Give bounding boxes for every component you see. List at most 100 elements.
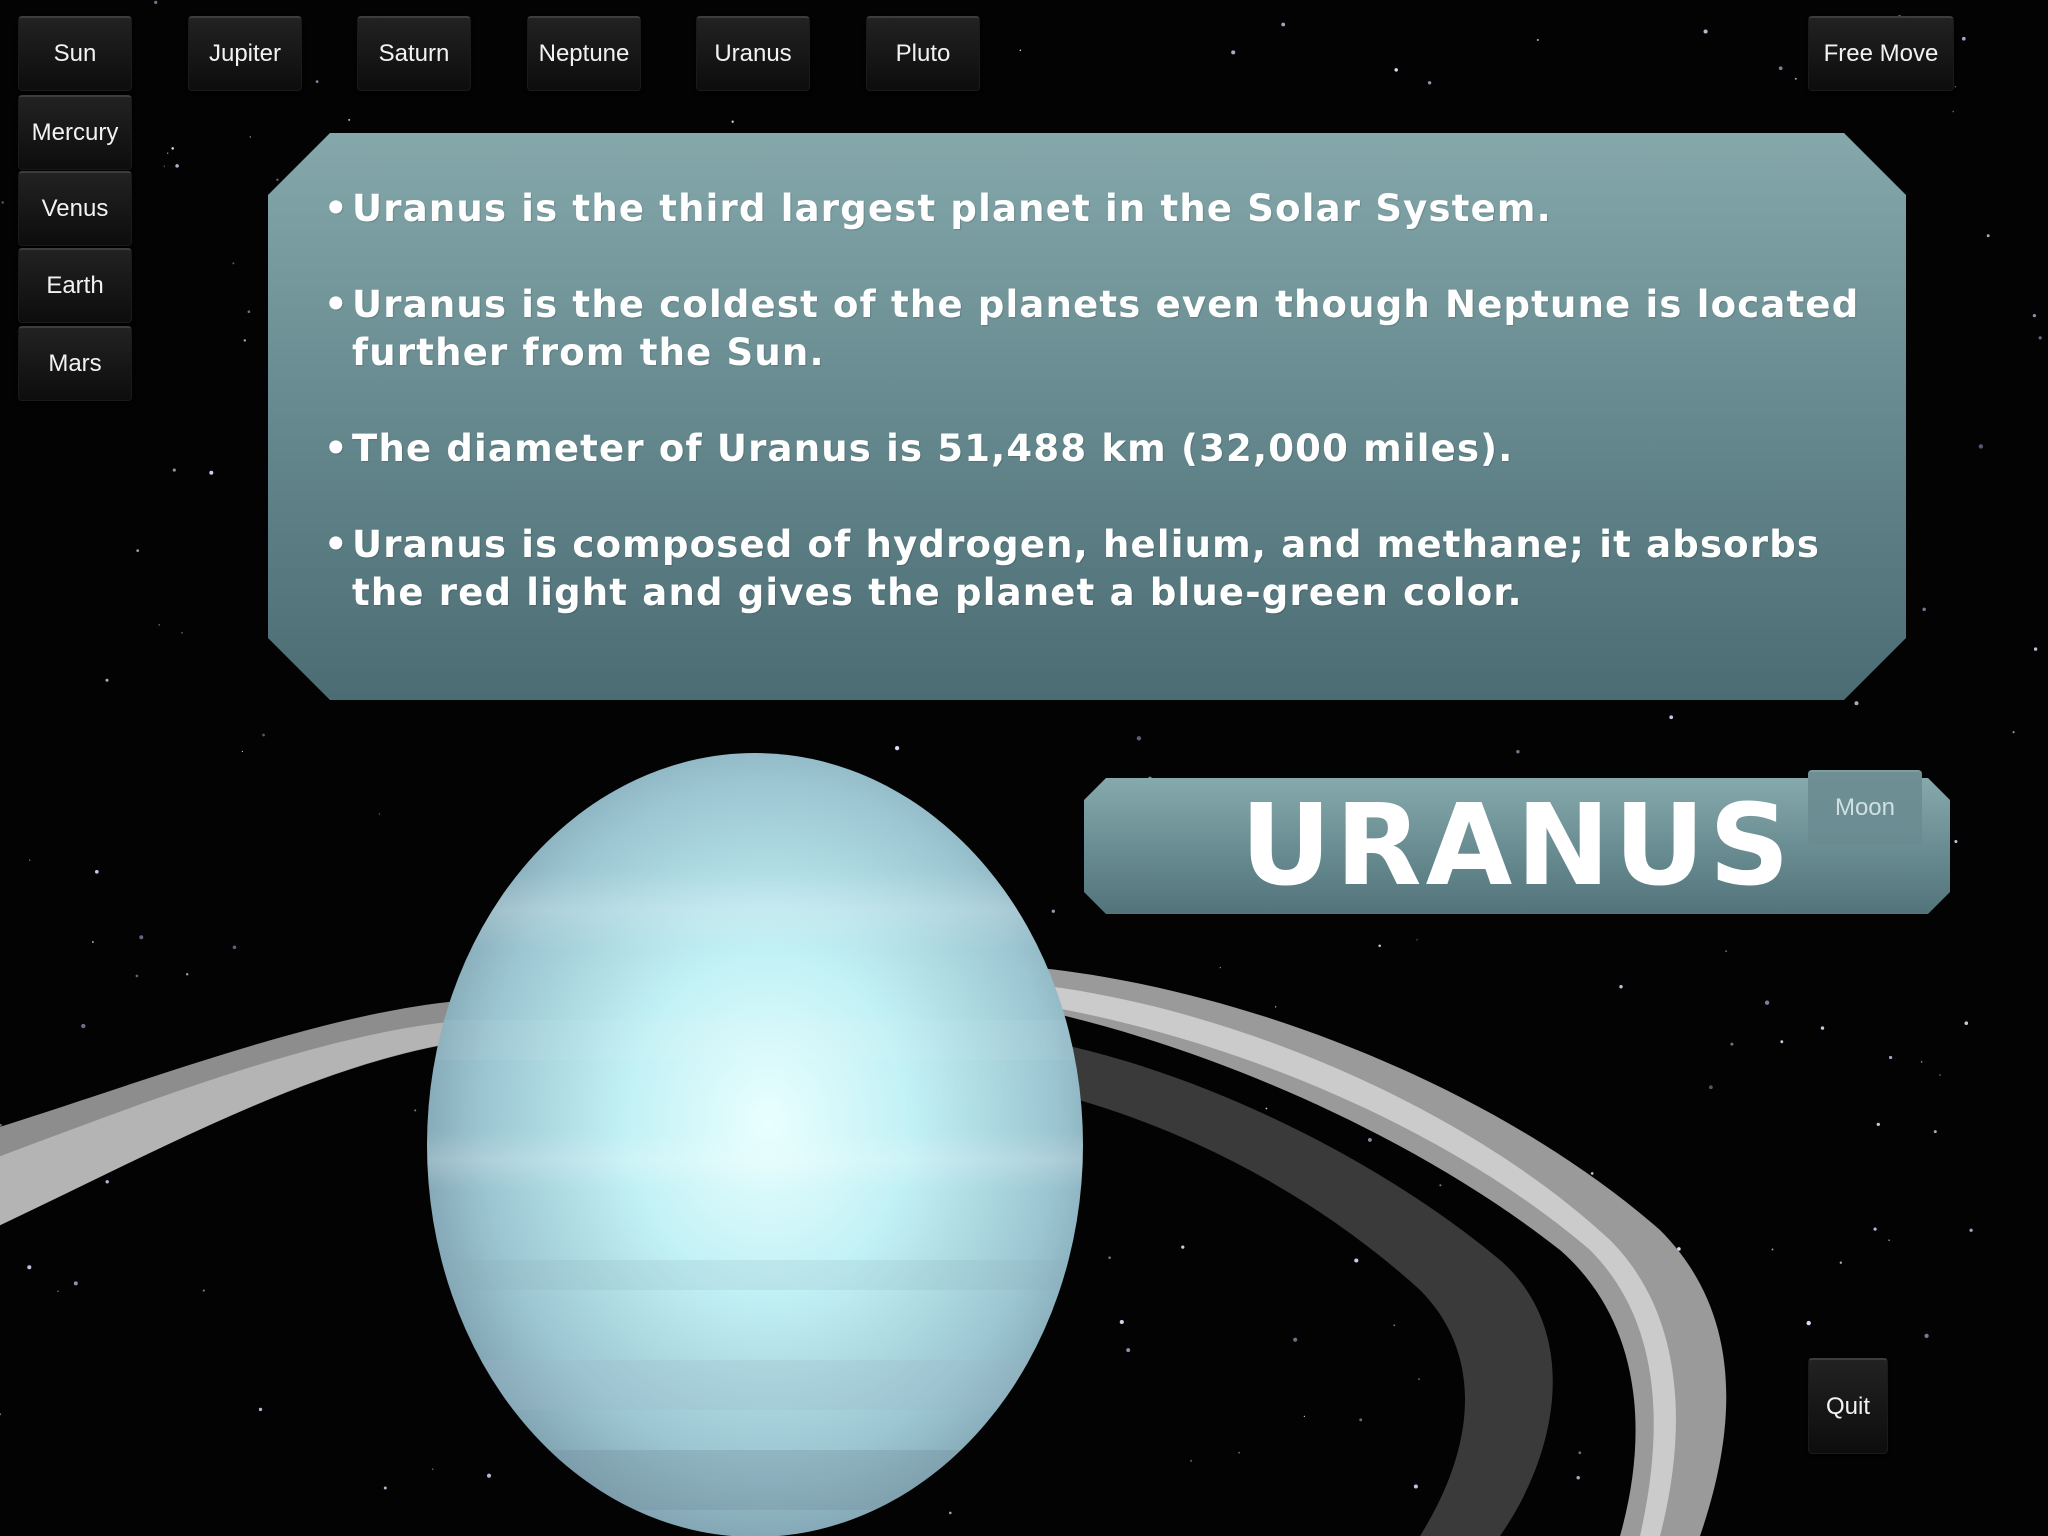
star — [1416, 939, 1418, 941]
star — [1108, 1256, 1111, 1259]
nav-mars-button[interactable]: Mars — [18, 326, 132, 401]
star — [241, 750, 243, 753]
quit-button[interactable]: Quit — [1808, 1358, 1888, 1454]
star — [135, 974, 139, 978]
star — [1703, 29, 1708, 34]
star — [27, 1265, 32, 1270]
star — [105, 1180, 109, 1184]
star — [94, 869, 99, 874]
star — [1730, 1042, 1734, 1046]
star — [171, 147, 174, 150]
nav-sun-button[interactable]: Sun — [18, 16, 132, 91]
star — [232, 262, 235, 265]
fact-item: Uranus is the third largest planet in th… — [326, 185, 1876, 233]
star — [1578, 1451, 1582, 1455]
star — [167, 152, 169, 154]
star — [181, 632, 183, 634]
star — [1794, 77, 1797, 80]
star — [105, 678, 109, 682]
star — [175, 164, 179, 168]
star — [1303, 1415, 1306, 1418]
star — [1136, 736, 1142, 741]
star — [1359, 1418, 1363, 1422]
star — [1231, 50, 1236, 55]
star — [1873, 1227, 1877, 1231]
star — [315, 80, 319, 83]
star — [1922, 607, 1926, 612]
star — [1576, 1475, 1580, 1480]
star — [2038, 336, 2042, 340]
star — [1367, 1137, 1372, 1142]
nav-mercury-button[interactable]: Mercury — [18, 95, 132, 170]
star — [348, 118, 351, 121]
star — [29, 859, 31, 861]
star — [1281, 22, 1286, 27]
star — [731, 120, 734, 123]
star — [1427, 81, 1432, 85]
star — [1839, 1261, 1842, 1264]
star — [1413, 1484, 1418, 1489]
nav-jupiter-button[interactable]: Jupiter — [188, 16, 302, 91]
star — [136, 549, 140, 552]
star — [1393, 1324, 1396, 1327]
nav-earth-button[interactable]: Earth — [18, 248, 132, 323]
star — [1051, 909, 1055, 913]
free-move-button[interactable]: Free Move — [1808, 16, 1954, 91]
star — [1119, 1319, 1124, 1325]
star — [172, 468, 176, 472]
star — [1854, 701, 1859, 706]
star — [1771, 1248, 1774, 1251]
star — [1954, 85, 1957, 88]
star — [1778, 66, 1783, 71]
star — [1806, 1320, 1811, 1326]
star — [1019, 49, 1022, 52]
fact-item: Uranus is the coldest of the planets eve… — [326, 281, 1876, 377]
star — [1939, 1074, 1941, 1076]
star — [1536, 38, 1539, 42]
star — [185, 972, 189, 976]
star — [1378, 944, 1381, 947]
nav-pluto-button[interactable]: Pluto — [866, 16, 980, 91]
star — [154, 0, 158, 4]
planet-facts-panel: Uranus is the third largest planet in th… — [268, 133, 1906, 700]
uranus-planet — [427, 753, 1083, 1536]
star — [81, 1023, 86, 1029]
star — [1780, 1040, 1784, 1044]
star — [2032, 313, 2037, 318]
star — [1439, 1184, 1442, 1187]
star — [163, 165, 166, 167]
star — [243, 339, 246, 342]
space-scene: Sun Jupiter Saturn Neptune Uranus Pluto … — [0, 0, 2048, 1536]
star — [1590, 1172, 1594, 1175]
nav-venus-button[interactable]: Venus — [18, 171, 132, 246]
moon-button[interactable]: Moon — [1808, 770, 1922, 844]
star — [1181, 1245, 1185, 1249]
star — [1293, 1337, 1298, 1342]
nav-neptune-button[interactable]: Neptune — [527, 16, 641, 91]
star — [378, 813, 381, 815]
nav-saturn-button[interactable]: Saturn — [357, 16, 471, 91]
star — [209, 470, 214, 475]
star — [1394, 68, 1398, 72]
star — [1986, 234, 1990, 238]
fact-item: The diameter of Uranus is 51,488 km (32,… — [326, 425, 1876, 473]
star — [1354, 1258, 1359, 1263]
nav-uranus-button[interactable]: Uranus — [696, 16, 810, 91]
star — [1709, 1085, 1713, 1090]
star — [2033, 647, 2038, 651]
star — [1924, 1333, 1929, 1339]
star — [1954, 839, 1958, 844]
star — [247, 310, 251, 314]
star — [1969, 1228, 1973, 1232]
star — [1978, 444, 1984, 449]
star — [1933, 1130, 1937, 1134]
star — [1964, 1021, 1969, 1025]
star — [1961, 36, 1966, 41]
star — [1238, 1451, 1241, 1454]
star — [414, 1109, 417, 1112]
star — [486, 1473, 492, 1478]
star — [1190, 1459, 1193, 1462]
star — [1126, 1348, 1131, 1353]
star — [1725, 950, 1727, 952]
star — [1952, 110, 1955, 113]
